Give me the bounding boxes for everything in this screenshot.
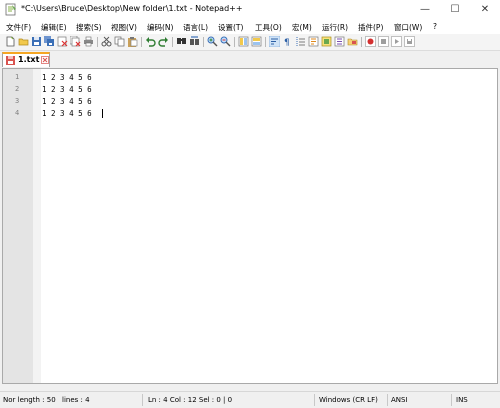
menu-run[interactable]: 运行(R): [322, 22, 348, 33]
title-bar: *C:\Users\Bruce\Desktop\New folder\1.txt…: [0, 0, 500, 20]
copy-icon[interactable]: [114, 36, 125, 47]
status-bar: Nor length : 50 lines : 4 Ln : 4 Col : 1…: [0, 391, 500, 408]
stop-record-icon[interactable]: [378, 36, 389, 47]
line-number: 4: [15, 109, 20, 117]
toolbar-separator: [97, 37, 98, 47]
menu-help[interactable]: ?: [433, 22, 437, 31]
new-file-icon[interactable]: [5, 36, 16, 47]
status-separator: [142, 394, 143, 406]
menu-encoding[interactable]: 编码(N): [147, 22, 173, 33]
paste-icon[interactable]: [127, 36, 138, 47]
toolbar-separator: [361, 37, 362, 47]
menu-bar: 文件(F) 编辑(E) 搜索(S) 视图(V) 编码(N) 语言(L) 设置(T…: [0, 20, 500, 34]
toolbar-separator: [234, 37, 235, 47]
cut-icon[interactable]: [101, 36, 112, 47]
toolbar: ¶: [0, 34, 500, 51]
status-encoding: ANSI: [391, 396, 408, 404]
menu-settings[interactable]: 设置(T): [218, 22, 243, 33]
text-line[interactable]: 1 2 3 4 5 6: [42, 97, 92, 106]
line-number: 1: [15, 73, 20, 81]
minimize-button[interactable]: —: [411, 0, 439, 20]
undo-icon[interactable]: [145, 36, 156, 47]
indent-guide-icon[interactable]: [295, 36, 306, 47]
redo-icon[interactable]: [158, 36, 169, 47]
close-icon[interactable]: [57, 36, 68, 47]
text-caret: [102, 109, 103, 118]
modified-file-icon: [6, 56, 15, 65]
menu-file[interactable]: 文件(F): [6, 22, 31, 33]
menu-macro[interactable]: 宏(M): [292, 22, 312, 33]
status-separator: [451, 394, 452, 406]
folder-as-workspace-icon[interactable]: [347, 36, 358, 47]
replace-icon[interactable]: [189, 36, 200, 47]
menu-window[interactable]: 窗口(W): [394, 22, 422, 33]
zoom-out-icon[interactable]: [220, 36, 231, 47]
fold-margin: [33, 69, 41, 383]
status-length: Nor length : 50: [3, 396, 56, 404]
status-position: Ln : 4 Col : 12 Sel : 0 | 0: [148, 396, 233, 404]
notepadpp-logo-icon: [5, 3, 16, 16]
save-icon[interactable]: [31, 36, 42, 47]
print-icon[interactable]: [83, 36, 94, 47]
tab-bar: 1.txt: [0, 51, 500, 68]
status-mode: INS: [456, 396, 468, 404]
status-separator: [314, 394, 315, 406]
save-macro-icon[interactable]: [404, 36, 415, 47]
status-separator: [387, 394, 388, 406]
notepadpp-window: *C:\Users\Bruce\Desktop\New folder\1.txt…: [0, 0, 500, 408]
toolbar-separator: [141, 37, 142, 47]
record-macro-icon[interactable]: [365, 36, 376, 47]
editor-area[interactable]: 1 2 3 4 1 2 3 4 5 6 1 2 3 4 5 6 1 2 3 4 …: [2, 68, 498, 384]
lang-define-icon[interactable]: [308, 36, 319, 47]
word-wrap-icon[interactable]: [269, 36, 280, 47]
close-window-button[interactable]: ✕: [471, 0, 499, 20]
toolbar-separator: [203, 37, 204, 47]
text-line[interactable]: 1 2 3 4 5 6: [42, 109, 92, 118]
toolbar-separator: [265, 37, 266, 47]
sync-vertical-icon[interactable]: [238, 36, 249, 47]
tab-label: 1.txt: [18, 55, 40, 64]
line-number: 2: [15, 85, 20, 93]
menu-edit[interactable]: 编辑(E): [41, 22, 67, 33]
line-number: 3: [15, 97, 20, 105]
sync-horizontal-icon[interactable]: [251, 36, 262, 47]
save-all-icon[interactable]: [44, 36, 55, 47]
menu-search[interactable]: 搜索(S): [76, 22, 102, 33]
maximize-button[interactable]: ☐: [441, 0, 469, 20]
zoom-in-icon[interactable]: [207, 36, 218, 47]
find-icon[interactable]: [176, 36, 187, 47]
status-lines: lines : 4: [62, 396, 90, 404]
show-all-chars-icon[interactable]: ¶: [282, 36, 293, 47]
menu-tools[interactable]: 工具(O): [255, 22, 282, 33]
close-all-icon[interactable]: [70, 36, 81, 47]
doc-map-icon[interactable]: [321, 36, 332, 47]
menu-view[interactable]: 视图(V): [111, 22, 137, 33]
svg-text:¶: ¶: [284, 38, 290, 47]
tab-1-txt[interactable]: 1.txt: [2, 52, 50, 67]
toolbar-separator: [172, 37, 173, 47]
text-line[interactable]: 1 2 3 4 5 6: [42, 85, 92, 94]
tab-close-icon[interactable]: [41, 56, 49, 64]
function-list-icon[interactable]: [334, 36, 345, 47]
text-line[interactable]: 1 2 3 4 5 6: [42, 73, 92, 82]
menu-language[interactable]: 语言(L): [183, 22, 208, 33]
open-file-icon[interactable]: [18, 36, 29, 47]
status-eol: Windows (CR LF): [319, 396, 378, 404]
play-macro-icon[interactable]: [391, 36, 402, 47]
menu-plugins[interactable]: 插件(P): [358, 22, 383, 33]
window-title: *C:\Users\Bruce\Desktop\New folder\1.txt…: [21, 4, 243, 13]
